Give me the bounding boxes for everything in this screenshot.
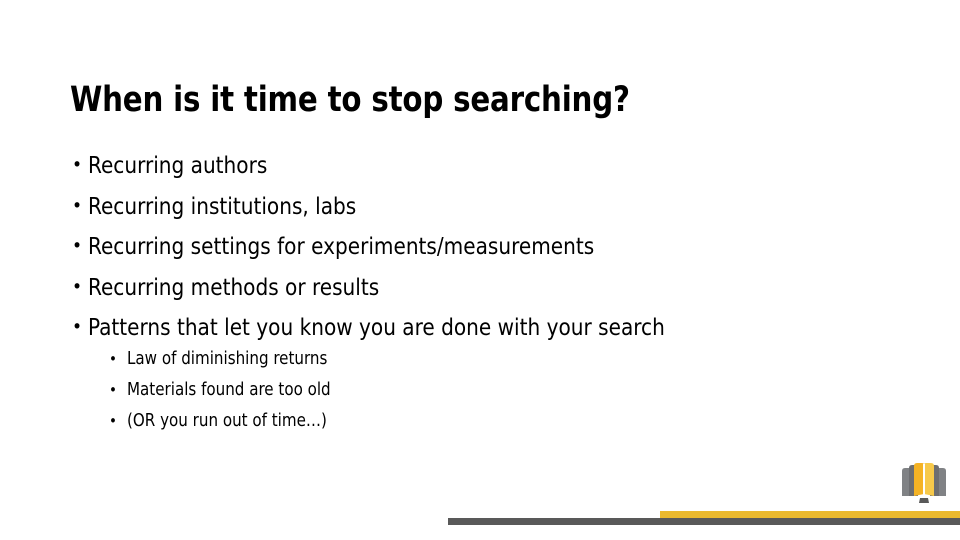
bullet-text: Patterns that let you know you are done … [88,313,665,341]
bullet-text: Recurring settings for experiments/measu… [88,232,595,260]
sub-bullet-item-3: • (OR you run out of time…) [107,406,807,437]
sub-bullet-text: (OR you run out of time…) [127,411,327,431]
sub-bullet-text: Law of diminishing returns [127,349,328,369]
bullet-item-1: • Recurring authors [70,145,890,186]
bullet-glyph-icon: • [109,412,117,430]
bullet-item-3: • Recurring settings for experiments/mea… [70,226,890,267]
bullet-item-5: • Patterns that let you know you are don… [70,307,890,348]
bullet-glyph-icon: • [72,235,83,257]
footer-gray-bar [448,518,960,525]
sub-bullet-item-1: • Law of diminishing returns [107,344,807,375]
bullet-text: Recurring authors [88,151,268,179]
bullet-glyph-icon: • [109,350,117,368]
bullet-glyph-icon: • [72,275,83,298]
bullet-text: Recurring institutions, labs [88,191,357,220]
bullet-item-4: • Recurring methods or results [70,267,890,308]
open-book-logo [898,459,950,507]
slide-canvas: When is it time to stop searching? • Rec… [0,0,960,540]
bullet-glyph-icon: • [72,154,83,176]
sub-bullet-item-2: • Materials found are too old [107,375,807,406]
sub-bullet-text: Materials found are too old [127,380,331,400]
bullet-glyph-icon: • [72,194,83,217]
sub-bullet-list: • Law of diminishing returns • Materials… [107,344,807,437]
footer-gold-bar [660,511,960,518]
bullet-text: Recurring methods or results [88,272,380,301]
bullet-item-2: • Recurring institutions, labs [70,186,890,227]
bullet-glyph-icon: • [109,381,117,399]
slide-title: When is it time to stop searching? [70,80,630,121]
main-bullet-list: • Recurring authors • Recurring institut… [70,145,890,348]
bullet-glyph-icon: • [72,316,83,338]
